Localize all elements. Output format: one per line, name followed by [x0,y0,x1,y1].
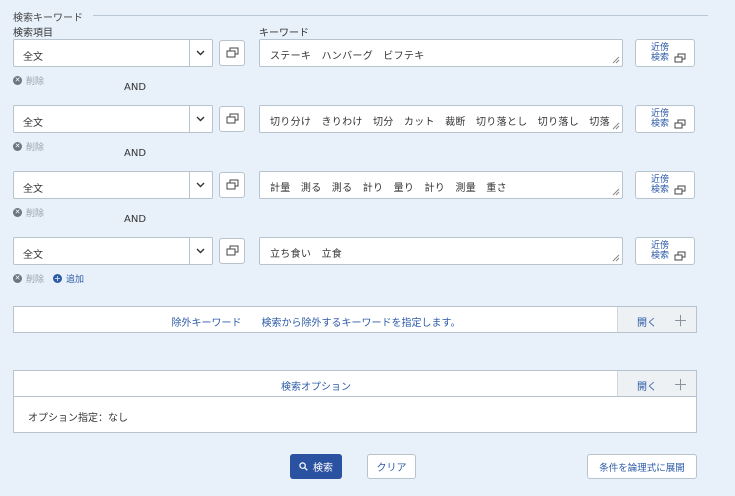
delete-condition-3[interactable]: ✕ 削除 [13,206,44,219]
near-search-label: 近傍検索 [650,175,669,195]
window-icon [226,179,239,190]
delete-condition-2[interactable]: ✕ 削除 [13,140,44,153]
section-divider [93,15,708,16]
window-icon [674,185,686,195]
field-select-value: 全文 [23,52,43,63]
keyword-input-1[interactable]: ステーキ ハンバーグ ビフテキ [259,39,623,67]
delete-label: 削除 [26,77,45,87]
options-panel-title: 検索オプション [281,382,351,393]
open-label: 開く [637,382,657,393]
exclude-keyword-panel: 除外キーワード 検索から除外するキーワードを指定します。 開く ＋ [13,306,697,333]
keyword-input-2[interactable]: 切り分け きりわけ 切分 カット 裁断 切り落とし 切り落し 切落 [259,105,623,133]
expand-button-label: 条件を論理式に展開 [599,462,685,474]
plus-icon: ＋ [672,376,688,394]
plus-icon: ＋ [672,312,688,330]
field-select-2[interactable]: 全文 [13,105,213,133]
near-search-label: 近傍検索 [650,109,669,129]
chevron-down-icon [196,182,205,188]
delete-condition-4[interactable]: ✕ 削除 [13,272,44,285]
window-icon [226,113,239,124]
x-circle-icon: ✕ [13,142,22,151]
chevron-down-icon [196,116,205,122]
field-select-4[interactable]: 全文 [13,237,213,265]
field-select-value: 全文 [23,250,43,261]
expand-logic-button[interactable]: 条件を論理式に展開 [587,454,697,479]
near-search-label: 近傍検索 [650,43,669,63]
delete-label: 削除 [26,209,45,219]
keyword-input-3[interactable]: 計量 測る 測る 計り 量り 計り 測量 重さ [259,171,623,199]
resize-grip-icon[interactable] [612,254,620,262]
resize-grip-icon[interactable] [612,122,620,130]
window-icon [674,53,686,63]
search-button-label: 検索 [313,463,333,474]
keyword-text: ステーキ ハンバーグ ビフテキ [270,51,425,62]
field-select-value: 全文 [23,184,43,195]
x-circle-icon: ✕ [13,208,22,217]
field-select-1[interactable]: 全文 [13,39,213,67]
column-label-item: 検索項目 [13,28,53,39]
near-search-button-3[interactable]: 近傍検索 [635,171,695,199]
keyword-input-4[interactable]: 立ち食い 立食 [259,237,623,265]
window-icon [674,119,686,129]
near-search-button-4[interactable]: 近傍検索 [635,237,695,265]
delete-condition-1[interactable]: ✕ 削除 [13,74,44,87]
near-search-button-2[interactable]: 近傍検索 [635,105,695,133]
exclude-panel-header[interactable]: 除外キーワード 検索から除外するキーワードを指定します。 開く ＋ [14,307,696,332]
near-search-label: 近傍検索 [650,241,669,261]
options-panel-body: オプション指定：なし [14,396,696,432]
connector-and-3: AND [124,214,147,225]
keyword-text: 計量 測る 測る 計り 量り 計り 測量 重さ [270,183,507,194]
window-icon [226,47,239,58]
add-condition[interactable]: + 追加 [53,272,84,285]
section-title: 検索キーワード [13,13,83,24]
delete-label: 削除 [26,143,45,153]
open-label: 開く [637,318,657,329]
options-summary: オプション指定：なし [28,413,128,424]
keyword-text: 立ち食い 立食 [270,249,343,260]
resize-grip-icon[interactable] [612,56,620,64]
exclude-open-button[interactable]: 開く ＋ [617,307,696,332]
connector-and-2: AND [124,148,147,159]
options-open-button[interactable]: 開く ＋ [617,371,696,396]
field-select-value: 全文 [23,118,43,129]
chevron-down-icon [196,50,205,56]
add-label: 追加 [66,275,85,285]
clear-button-label: クリア [376,463,407,474]
chevron-down-icon [196,248,205,254]
delete-label: 削除 [26,275,45,285]
field-window-button-3[interactable] [219,172,245,198]
near-search-button-1[interactable]: 近傍検索 [635,39,695,67]
column-label-keyword: キーワード [259,28,309,39]
connector-and-1: AND [124,82,147,93]
field-window-button-4[interactable] [219,238,245,264]
x-circle-icon: ✕ [13,274,22,283]
field-select-3[interactable]: 全文 [13,171,213,199]
search-options-panel: 検索オプション 開く ＋ オプション指定：なし [13,370,697,433]
window-icon [226,245,239,256]
field-window-button-2[interactable] [219,106,245,132]
x-circle-icon: ✕ [13,76,22,85]
clear-button[interactable]: クリア [367,454,416,479]
field-window-button-1[interactable] [219,40,245,66]
search-button[interactable]: 検索 [290,454,342,479]
exclude-panel-title: 除外キーワード 検索から除外するキーワードを指定します。 [171,318,461,329]
window-icon [674,251,686,261]
keyword-text: 切り分け きりわけ 切分 カット 裁断 切り落とし 切り落し 切落 [270,117,610,128]
resize-grip-icon[interactable] [612,188,620,196]
search-icon [299,462,308,471]
plus-circle-icon: + [53,273,62,283]
options-panel-header[interactable]: 検索オプション 開く ＋ [14,371,696,396]
